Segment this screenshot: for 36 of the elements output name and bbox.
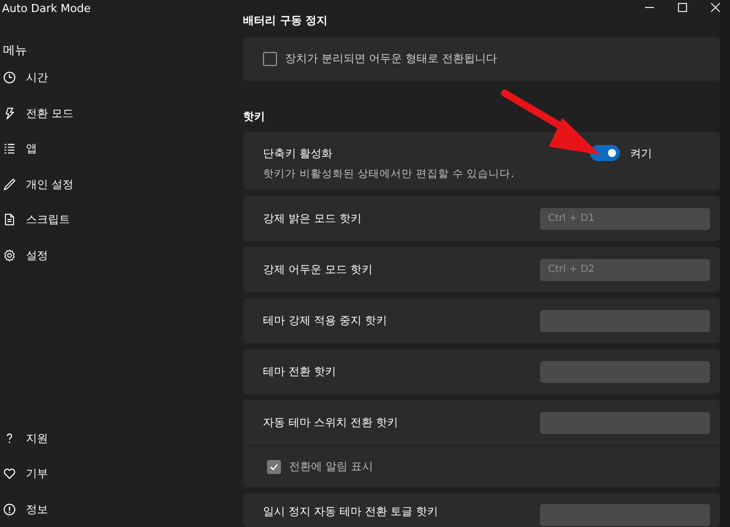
nav-item[interactable]: 시간 — [0, 60, 240, 96]
setting-label: 강제 어두운 모드 핫키 — [263, 262, 372, 277]
checkbox-box[interactable] — [263, 52, 277, 66]
clock-icon — [3, 71, 16, 84]
nav-item[interactable]: 기부 — [0, 456, 240, 492]
section-title: 핫키 — [243, 108, 266, 124]
pen-icon — [3, 178, 16, 191]
setting-description: 핫키가 비활성화된 상태에서만 편집할 수 있습니다. — [263, 167, 516, 181]
window-title: Auto Dark Mode — [1, 1, 92, 16]
settings-icon — [3, 248, 16, 262]
heart-icon — [3, 467, 16, 480]
setting-label: 단축키 활성화 — [263, 146, 332, 160]
toggle-switch[interactable] — [590, 145, 620, 161]
nav-item[interactable]: 설정 — [0, 238, 240, 273]
info-icon — [3, 502, 16, 516]
document-icon — [3, 213, 16, 226]
section-title: 배터리 구동 정지 — [243, 13, 329, 28]
toggle-state-label: 켜기 — [630, 146, 652, 160]
nav-item[interactable]: 앱 — [0, 131, 240, 166]
nav-item[interactable]: 정보 — [0, 492, 240, 527]
scrollbar-track[interactable] — [720, 0, 730, 527]
nav-item[interactable]: 개인 설정 — [0, 166, 240, 202]
setting-label: 자동 테마 스위치 전환 핫키 — [263, 415, 398, 430]
menu-heading: 메뉴 — [3, 42, 28, 59]
setting-label: 테마 전환 핫키 — [263, 364, 336, 379]
nav-item[interactable]: 전환 모드 — [0, 96, 240, 131]
setting-label: 강제 밝은 모드 핫키 — [263, 211, 362, 226]
setting-label: 테마 강제 적용 중지 핫키 — [263, 313, 387, 328]
nav-item[interactable]: 지원 — [0, 420, 240, 456]
lightning-icon — [3, 106, 16, 120]
setting-label: 일시 정지 자동 테마 전환 토글 핫키 — [263, 504, 438, 519]
maximize-icon[interactable] — [678, 3, 687, 12]
checkbox[interactable]: 장치가 분리되면 어두운 형태로 전환됩니다 — [263, 51, 497, 66]
list-icon — [3, 142, 16, 156]
nav-item[interactable]: 스크립트 — [0, 202, 240, 238]
close-icon[interactable] — [711, 3, 720, 12]
